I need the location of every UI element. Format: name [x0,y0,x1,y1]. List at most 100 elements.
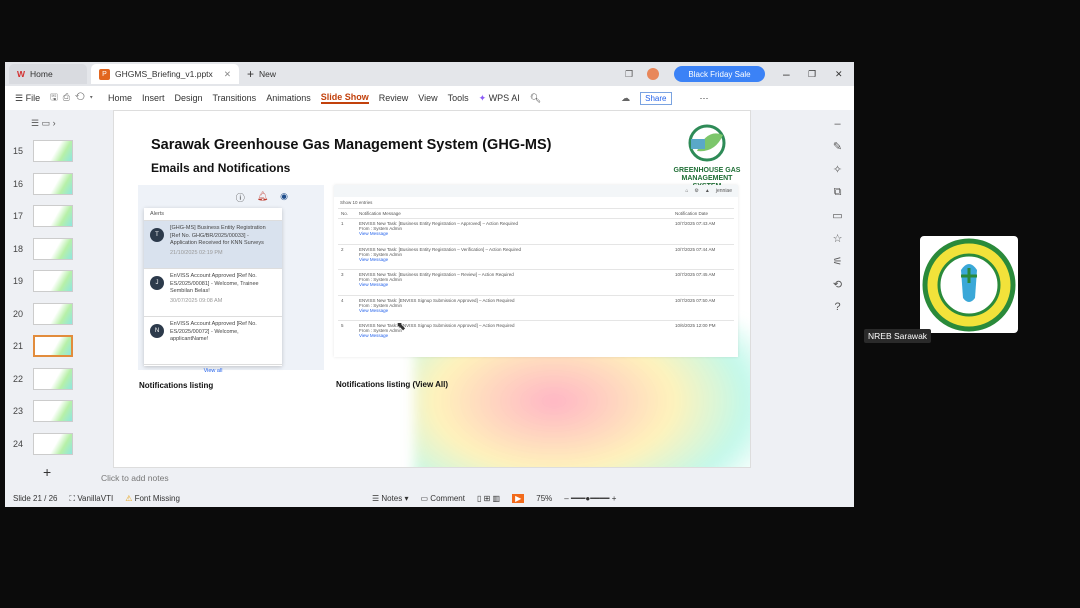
view-message-link[interactable]: View Message [359,231,669,236]
slide-thumbnail[interactable]: 15 [13,140,73,162]
col-message: Notification Message [356,208,672,219]
copy-icon[interactable]: ⧉ [834,186,842,199]
right-sidebar: – ✎ ✧ ⧉ ▭ ☆ ⚟ ⟲? [821,110,854,490]
row-date: 10/6/2025 12:00 PM [672,320,734,346]
slide-thumbnail[interactable]: 19 [13,270,73,292]
slide-thumbnail[interactable]: 17 [13,205,73,227]
avatar[interactable] [647,68,659,80]
thumbnail-image [33,237,73,260]
animation-icon[interactable]: ✧ [833,163,842,176]
slide-canvas[interactable]: Sarawak Greenhouse Gas Management System… [113,110,751,468]
alert-avatar: N [150,324,164,338]
alert-text: [GHG-MS] Business Entity Registration [R… [170,225,266,246]
table-row: 4 ENVISS New Task: [ENVISS Signup Submiss… [338,294,734,321]
notes-label: Notes [381,494,403,503]
menu-home[interactable]: Home [108,93,132,103]
view-message-link[interactable]: View Message [359,282,669,287]
menu-design[interactable]: Design [174,93,202,103]
menu-transitions[interactable]: Transitions [213,93,257,103]
close-button[interactable]: ✕ [835,69,843,80]
promo-button[interactable]: Black Friday Sale [674,66,765,82]
more-icon[interactable]: ⋯ [700,93,709,104]
history-icon[interactable]: ⟲ [833,278,842,291]
outline-view-icons[interactable]: ☰ ▭ › [31,118,56,129]
thumbnail-image [33,270,73,292]
row-no: 3 [338,269,356,295]
share-button[interactable]: Share [640,91,672,105]
close-tab-icon[interactable]: ✕ [224,69,231,80]
view-all-link[interactable]: View all [144,365,282,377]
add-slide-button[interactable]: + [43,464,51,480]
play-button[interactable]: ▶ [512,494,525,503]
slide-thumbnail[interactable]: 23 [13,400,73,422]
slide-thumbnail[interactable]: 22 [13,367,73,390]
row-no: 1 [338,218,356,244]
thumbnail-image [33,367,73,390]
row-date: 10/7/2025 07:43 AM [672,218,734,244]
quick-access-icons[interactable]: 🖫⎙⟲▾ [50,90,98,106]
search-icon[interactable]: 🔍︎ [530,93,541,104]
menu-wps-ai[interactable]: ✦ WPS AI [479,93,520,104]
zoom-slider[interactable]: – ━━━●━━━━ + [564,494,616,503]
alert-date: 21/10/2025 02:19 PM [170,249,223,256]
table-row: 3 ENVISS New Task: [Business Entity Regis… [338,269,734,295]
view-message-link[interactable]: View Message [359,257,669,262]
alerts-dropdown: Alerts T [GHG-MS] Business Entity Registr… [144,208,282,374]
slide-subtitle: Emails and Notifications [151,161,291,175]
theme-name[interactable]: ⛶ VanillaVTI [69,494,113,504]
window-mode-icon[interactable]: ❐ [625,69,633,80]
row-no: 4 [338,294,356,321]
alert-item[interactable]: N EnVISS Account Approved [Ref No. ES/202… [144,317,282,365]
bell-icon: ▲ [704,188,710,194]
menu-insert[interactable]: Insert [142,93,165,103]
alert-item[interactable]: T [GHG-MS] Business Entity Registration [… [144,221,282,269]
star-icon[interactable]: ☆ [833,232,843,245]
comment-icon[interactable]: ▭ [832,209,842,222]
menu-tools[interactable]: Tools [448,93,469,103]
restore-button[interactable]: ❐ [808,69,816,80]
tab-document[interactable]: P GHGMS_Briefing_v1.pptx ✕ [91,64,239,84]
view-message-link[interactable]: View Message [359,308,669,313]
header-icons: ⓘ 🔔︎ ◉ [236,191,288,204]
notes-button[interactable]: ☰ Notes ▾ [372,494,409,503]
slide-thumbnail[interactable]: 24 [13,432,73,455]
thumbnail-image [33,400,73,422]
alert-item[interactable]: J EnVISS Account Approved [Ref No. ES/202… [144,269,282,317]
cloud-icon[interactable]: ☁ [621,93,630,104]
slide-title: Sarawak Greenhouse Gas Management System… [151,137,552,153]
slide-thumbnail[interactable]: 16 [13,172,73,195]
font-missing[interactable]: ⚠ Font Missing [125,494,180,503]
alert-date: 30/07/2025 09:08 AM [170,297,223,304]
zoom-level[interactable]: 75% [536,494,552,503]
menu-animations[interactable]: Animations [266,93,311,103]
menu-review[interactable]: Review [379,93,409,103]
slide-thumbnail[interactable]: 21 [13,335,73,357]
ghg-logo: GREENHOUSE GAS MANAGEMENT SYSTEM [672,123,742,190]
help-icon[interactable]: ? [834,301,840,313]
thumbnail-number: 15 [13,146,24,156]
settings-icon[interactable]: ⚟ [833,255,843,268]
home-icon: ⌂ [685,188,689,194]
view-message-link[interactable]: View Message [359,333,669,338]
comment-button[interactable]: ▭ Comment [421,494,465,503]
tab-home[interactable]: W Home [9,64,87,84]
new-tab-button[interactable]: + New [239,64,284,84]
collapse-icon[interactable]: – [834,118,840,130]
slide-thumbnail[interactable]: 18 [13,237,73,260]
show-label: Show [340,200,352,205]
view-buttons[interactable]: ▯ ⊞ ▥ [477,494,500,503]
file-menu[interactable]: ☰ File [15,93,40,104]
entries-select: 10 [352,200,358,205]
thumbnail-number: 18 [13,243,24,254]
tools-icon[interactable]: ✎ [833,140,842,153]
plus-icon: + [247,67,255,81]
notes-field[interactable]: Click to add notes [101,473,169,483]
nreb-logo [922,238,1016,331]
font-missing-label: Font Missing [134,494,180,503]
slide-thumbnail[interactable]: 20 [13,302,73,325]
minimize-button[interactable]: – [783,67,790,81]
col-date: Notification Date [672,208,734,219]
tab-bar: W Home P GHGMS_Briefing_v1.pptx ✕ + New ❐ Bl… [5,62,854,86]
menu-view[interactable]: View [418,93,437,103]
menu-slide-show[interactable]: Slide Show [320,92,369,104]
